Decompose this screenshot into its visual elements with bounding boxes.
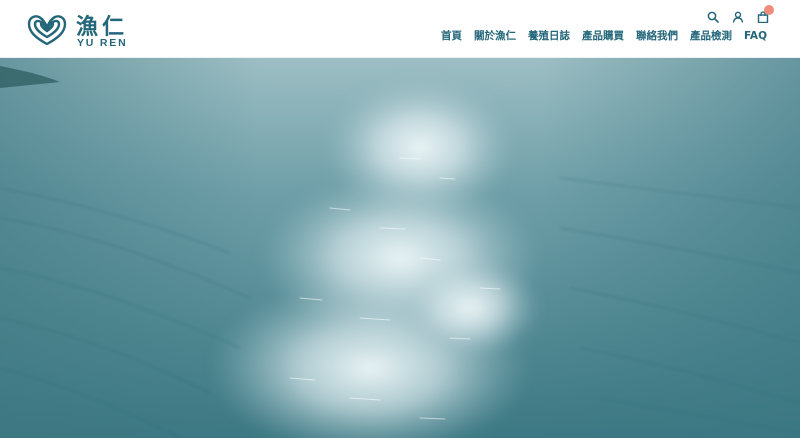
nav-item-about[interactable]: 關於漁仁 [474, 29, 516, 43]
header-utilities [706, 5, 774, 25]
brand-name-en: YU REN [77, 37, 128, 49]
hero-ocean-image [0, 58, 800, 438]
yuren-logo-mark-icon [27, 15, 67, 46]
main-nav: 首頁 關於漁仁 養殖日誌 產品購買 聯絡我們 產品檢測 FAQ [441, 29, 767, 43]
cart-button[interactable] [756, 5, 774, 25]
nav-item-shop[interactable]: 產品購買 [582, 29, 624, 43]
brand-logo[interactable]: 漁仁 YU REN [24, 10, 134, 50]
hero-banner [0, 58, 800, 438]
nav-item-farming-log[interactable]: 養殖日誌 [528, 29, 570, 43]
user-icon [732, 11, 744, 23]
nav-item-contact[interactable]: 聯絡我們 [636, 29, 678, 43]
nav-item-faq[interactable]: FAQ [744, 29, 767, 43]
site-header: 漁仁 YU REN 首頁 關於漁仁 養殖日誌 產品購買 聯絡我們 產品檢測 FA… [0, 0, 800, 58]
account-button[interactable] [731, 9, 745, 25]
search-icon [707, 11, 719, 23]
search-button[interactable] [706, 9, 720, 25]
cart-count-badge [764, 5, 774, 15]
brand-wordmark: 漁仁 YU REN [74, 10, 134, 50]
nav-item-product-testing[interactable]: 產品檢測 [690, 29, 732, 43]
nav-item-home[interactable]: 首頁 [441, 29, 462, 43]
